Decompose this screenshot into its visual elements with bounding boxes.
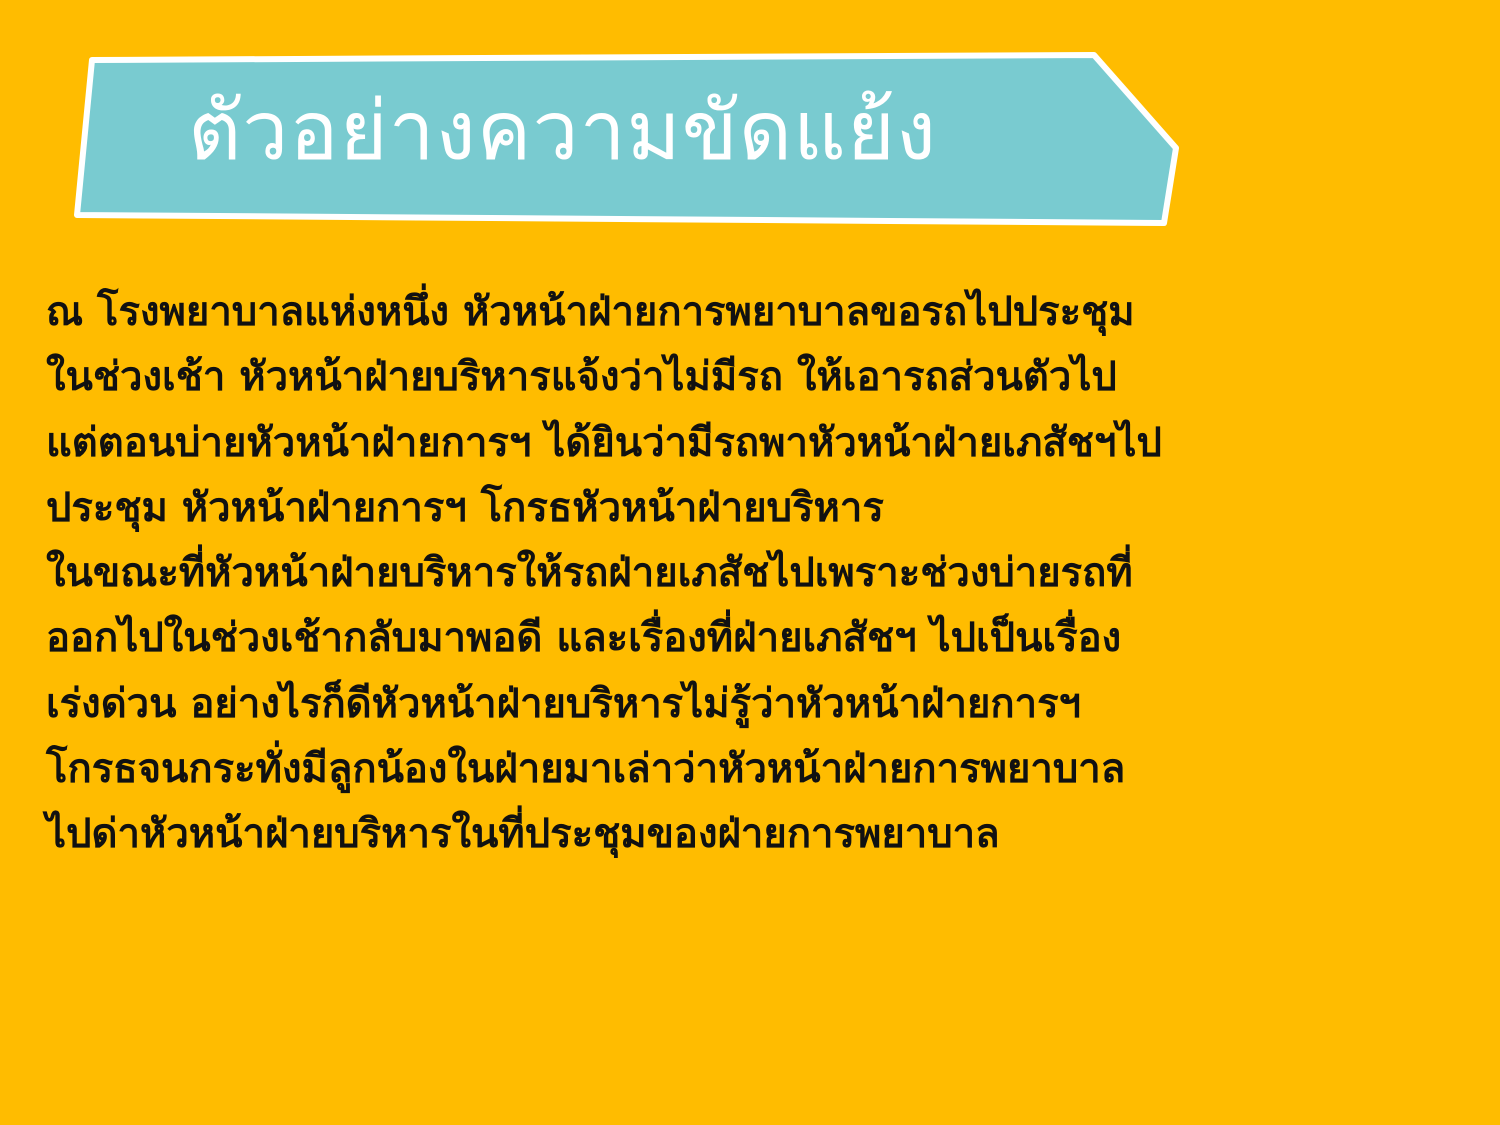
body-line: ณ โรงพยาบาลแห่งหนึ่ง หัวหน้าฝ่ายการพยาบา…: [46, 289, 1135, 335]
body-line: ประชุม หัวหน้าฝ่ายการฯ โกรธหัวหน้าฝ่ายบร…: [46, 484, 884, 531]
body-line: ออกไปในช่วงเช้ากลับมาพอดี และเรื่องที่ฝ่…: [46, 615, 1122, 662]
body-line: ไปด่าหัวหน้าฝ่ายบริหารในที่ประชุมของฝ่าย…: [46, 811, 1000, 858]
body-line: ในช่วงเช้า หัวหน้าฝ่ายบริหารแจ้งว่าไม่มี…: [46, 354, 1117, 401]
slide: ตัวอย่างความขัดแย้ง ณ โรงพยาบาลแห่งหนึ่ง…: [0, 0, 1500, 1125]
body-line: ในขณะที่หัวหน้าฝ่ายบริหารให้รถฝ่ายเภสัชไ…: [46, 550, 1133, 597]
body-line: โกรธจนกระทั่งมีลูกน้องในฝ่ายมาเล่าว่าหัว…: [46, 746, 1126, 793]
slide-title: ตัวอย่างความขัดแย้ง: [188, 84, 937, 179]
body-line: แต่ตอนบ่ายหัวหน้าฝ่ายการฯ ได้ยินว่ามีรถพ…: [46, 419, 1162, 466]
body-paragraph: ณ โรงพยาบาลแห่งหนึ่ง หัวหน้าฝ่ายการพยาบา…: [46, 280, 1486, 868]
body-line: เร่งด่วน อย่างไรก็ดีหัวหน้าฝ่ายบริหารไม่…: [46, 680, 1082, 727]
